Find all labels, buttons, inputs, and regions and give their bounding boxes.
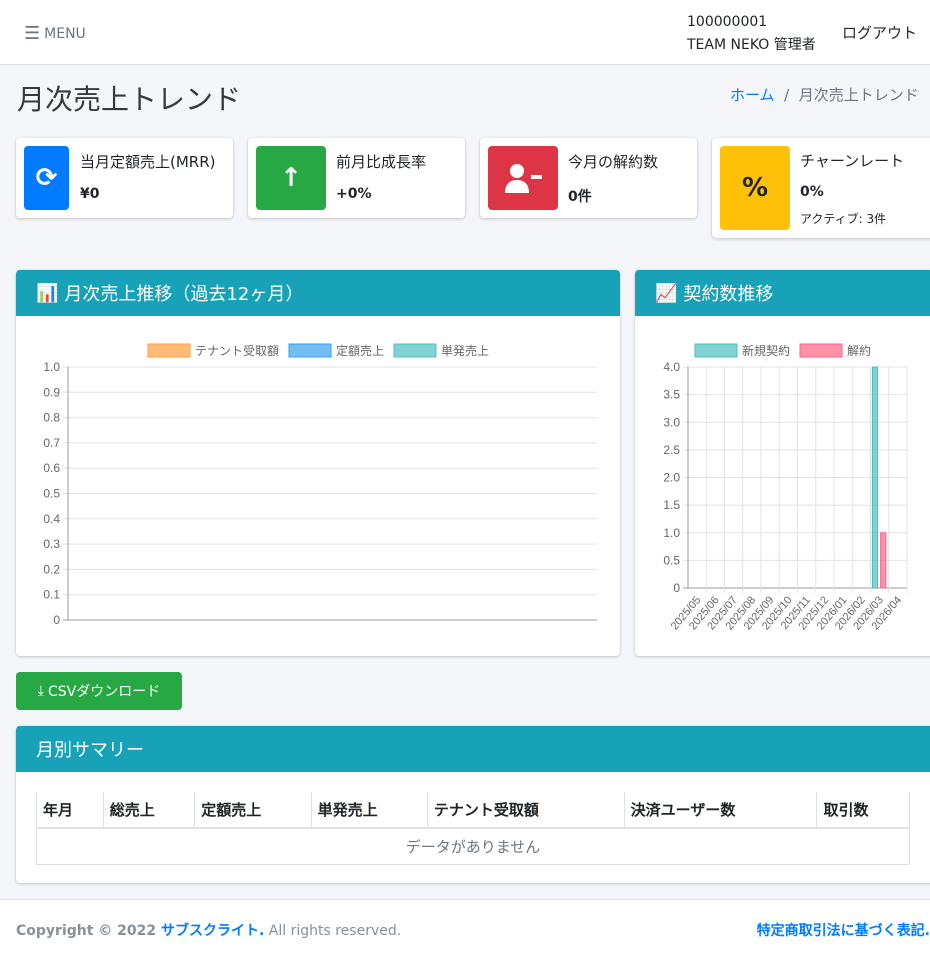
- legend-label: 新規契約: [742, 343, 790, 358]
- y-tick-label: 1.0: [43, 360, 60, 374]
- summary-card: 月別サマリー 年月総売上定額売上単発売上テナント受取額決済ユーザー数取引数 デー…: [16, 726, 930, 883]
- copyright: Copyright © 2022: [16, 923, 161, 939]
- y-tick-label: 0.4: [43, 512, 60, 526]
- y-tick-label: 0.5: [663, 553, 680, 567]
- legal-link[interactable]: 特定商取引法に基づく表記.: [757, 920, 930, 940]
- logout-link[interactable]: ログアウト: [842, 22, 917, 43]
- legend-label: 解約: [847, 343, 871, 358]
- column-header[interactable]: 単発売上: [311, 792, 427, 828]
- stat-title: 当月定額売上(MRR): [80, 151, 216, 172]
- stat-value: ¥0: [80, 186, 99, 202]
- y-tick-label: 0.1: [43, 588, 60, 602]
- sync-icon: ⟳: [24, 146, 69, 210]
- card-title: 月別サマリー: [16, 726, 930, 772]
- sales-chart: テナント受取額 定額売上 単発売上 0 0.1 0.2 0.3 0.4 0.5 0.6 0.7 0.8…: [16, 316, 620, 656]
- user-minus-icon: [488, 146, 558, 210]
- menu-label: MENU: [44, 26, 86, 42]
- chart-line-icon: 📈: [655, 283, 677, 304]
- stat-title: 前月比成長率: [336, 151, 426, 172]
- y-tick-label: 0: [53, 613, 60, 627]
- legend-swatch: [394, 344, 436, 357]
- rights-text: All rights reserved.: [264, 923, 401, 939]
- legend-label: 定額売上: [336, 343, 384, 358]
- legend-swatch: [289, 344, 331, 357]
- y-tick-label: 3.0: [663, 415, 680, 429]
- card-header: 📊 月次売上推移（過去12ヶ月）: [16, 270, 620, 316]
- chart-bar-icon: 📊: [36, 283, 58, 304]
- y-tick-label: 0: [673, 581, 680, 595]
- column-header[interactable]: 定額売上: [195, 792, 311, 828]
- page-title: 月次売上トレンド: [17, 78, 241, 118]
- user-name: TEAM NEKO 管理者: [687, 34, 816, 57]
- contract-chart: 新規契約解約00.51.01.52.02.53.03.54.02025/0520…: [635, 316, 930, 656]
- footer: Copyright © 2022 サブスクライト. All rights res…: [0, 899, 930, 956]
- user-id: 100000001: [687, 11, 816, 34]
- top-navbar: ☰MENU 100000001TEAM NEKO 管理者 ログアウト: [0, 0, 930, 65]
- stat-subtext: アクティブ: 3件: [800, 210, 886, 227]
- column-header[interactable]: 総売上: [103, 792, 195, 828]
- stat-churn-count: 今月の解約数 0件: [480, 138, 697, 218]
- legend-swatch: [800, 344, 842, 357]
- card-title: 月次売上推移（過去12ヶ月）: [64, 280, 303, 306]
- hamburger-icon: ☰: [24, 23, 40, 44]
- breadcrumb: ホーム / 月次売上トレンド: [730, 84, 930, 105]
- legend-label: テナント受取額: [195, 344, 279, 358]
- legend-swatch: [695, 344, 737, 357]
- breadcrumb-current: 月次売上トレンド: [799, 86, 919, 104]
- y-tick-label: 0.8: [43, 411, 60, 425]
- column-header[interactable]: 決済ユーザー数: [624, 792, 817, 828]
- stat-churn-rate: % チャーンレート 0% アクティブ: 3件: [712, 138, 930, 238]
- stat-title: 今月の解約数: [568, 151, 658, 172]
- contract-chart-card: 📈契約数推移 新規契約解約00.51.01.52.02.53.03.54.020…: [635, 270, 930, 656]
- y-tick-label: 0.9: [43, 385, 60, 399]
- breadcrumb-home[interactable]: ホーム: [730, 86, 775, 104]
- y-tick-label: 4.0: [663, 360, 680, 374]
- card-title: 契約数推移: [683, 280, 773, 306]
- stat-growth: ↑ 前月比成長率 +0%: [248, 138, 465, 218]
- card-header: 📈 契約数推移: [635, 270, 930, 316]
- bar: [881, 533, 886, 588]
- menu-button[interactable]: ☰MENU: [24, 23, 86, 44]
- sales-chart-card: 📊 月次売上推移（過去12ヶ月） テナント受取額 定額売上 単発売上 0 0.1 0.2 0.…: [16, 270, 620, 656]
- legend-swatch: [148, 344, 190, 357]
- stat-value: +0%: [336, 186, 372, 202]
- percent-icon: %: [720, 146, 790, 230]
- bar: [873, 367, 878, 588]
- csv-label: CSVダウンロード: [48, 681, 160, 701]
- summary-table: 年月総売上定額売上単発売上テナント受取額決済ユーザー数取引数 データがありません: [36, 792, 910, 865]
- column-header[interactable]: 年月: [37, 792, 104, 828]
- y-tick-label: 2.5: [663, 443, 680, 457]
- y-tick-label: 0.5: [43, 487, 60, 501]
- download-icon: ⤓: [38, 683, 44, 699]
- y-tick-label: 1.5: [663, 498, 680, 512]
- csv-download-button[interactable]: ⤓CSVダウンロード: [16, 672, 182, 710]
- stat-value: 0%: [800, 184, 824, 200]
- y-tick-label: 0.3: [43, 537, 60, 551]
- y-tick-label: 1.0: [663, 526, 680, 540]
- y-tick-label: 2.0: [663, 471, 680, 485]
- empty-message: データがありません: [37, 828, 910, 865]
- stat-value: 0件: [568, 186, 592, 206]
- stat-title: チャーンレート: [800, 150, 904, 171]
- y-tick-label: 0.7: [43, 436, 60, 450]
- user-info: 100000001TEAM NEKO 管理者: [687, 11, 816, 57]
- y-tick-label: 0.6: [43, 461, 60, 475]
- column-header[interactable]: テナント受取額: [427, 792, 624, 828]
- brand-link[interactable]: サブスクライト.: [161, 923, 264, 939]
- legend-label: 単発売上: [441, 343, 489, 358]
- table-row: データがありません: [37, 828, 910, 865]
- stat-mrr: ⟳ 当月定額売上(MRR) ¥0: [16, 138, 233, 218]
- column-header[interactable]: 取引数: [817, 792, 910, 828]
- arrow-up-icon: ↑: [256, 146, 326, 210]
- y-tick-label: 0.2: [43, 562, 60, 576]
- y-tick-label: 3.5: [663, 388, 680, 402]
